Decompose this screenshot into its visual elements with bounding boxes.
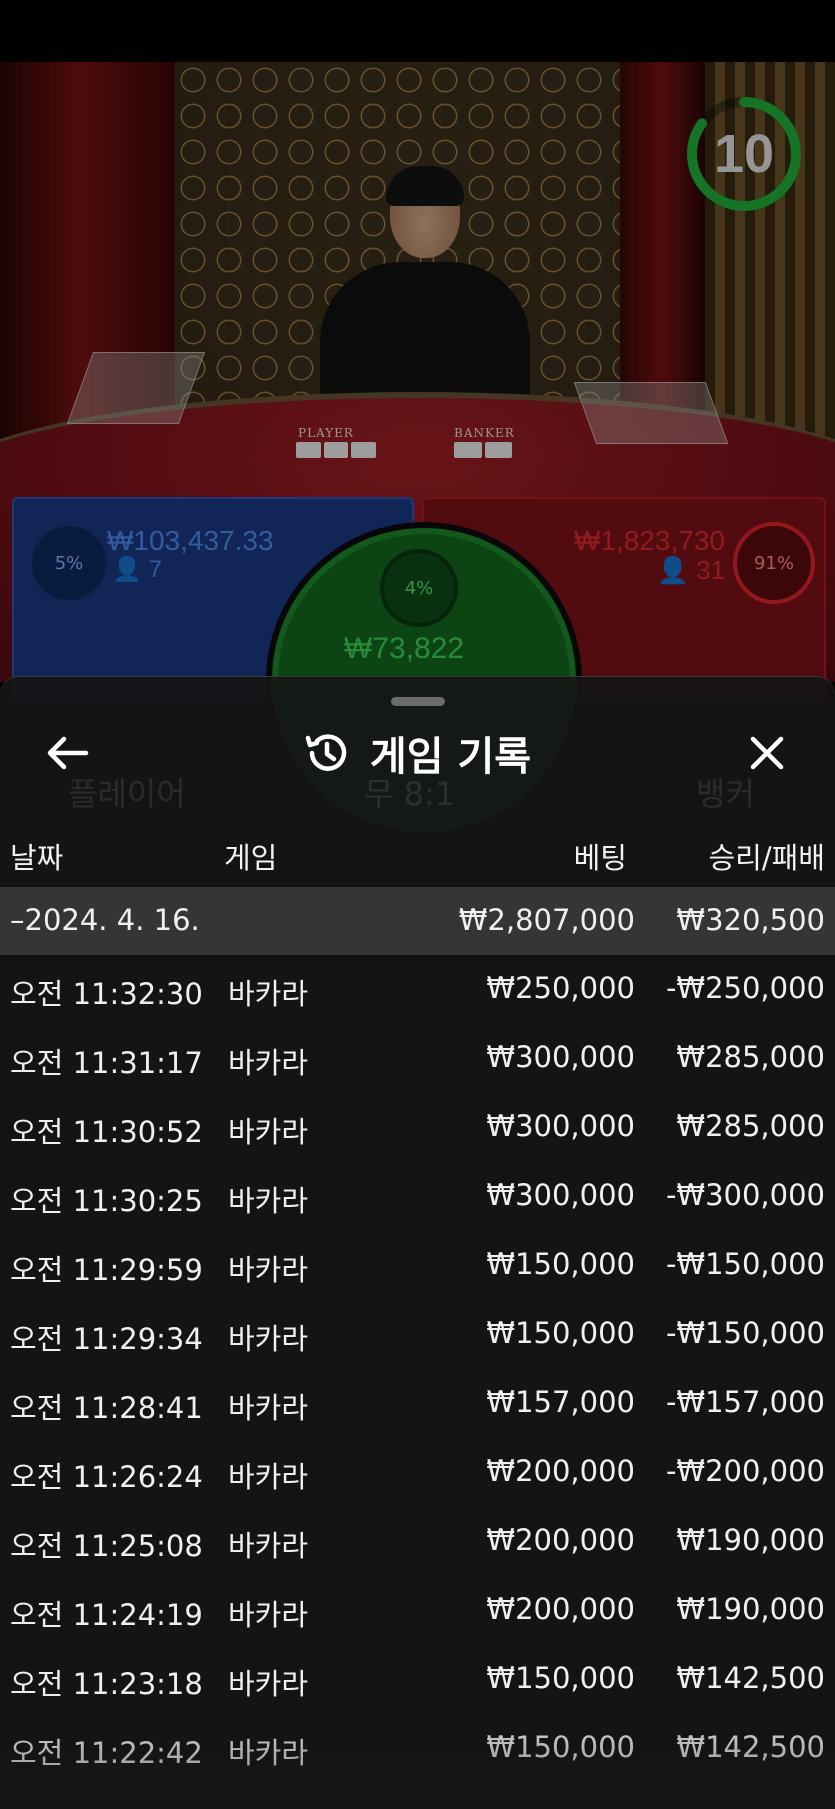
row-game: 바카라 (228, 1046, 309, 1080)
row-time: 오전 11:30:52 (10, 1115, 203, 1149)
row-bet: ₩200,000 (486, 1454, 635, 1488)
row-game: 바카라 (228, 1598, 309, 1632)
row-time: 오전 11:25:08 (10, 1529, 203, 1563)
history-icon (305, 734, 347, 771)
row-game: 바카라 (228, 1736, 309, 1770)
date-summary-row[interactable]: –2024. 4. 16. ₩2,807,000 ₩320,500 (0, 887, 835, 955)
sheet-header: 게임 기록 (0, 723, 835, 783)
row-game: 바카라 (228, 977, 309, 1011)
row-result: ₩190,000 (676, 1523, 825, 1557)
row-result: -₩150,000 (665, 1316, 825, 1350)
history-row[interactable]: 오전 11:24:19 바카라 ₩200,000 ₩190,000 (0, 1576, 835, 1645)
history-row[interactable]: 오전 11:30:52 바카라 ₩300,000 ₩285,000 (0, 1093, 835, 1162)
row-bet: ₩300,000 (486, 1040, 635, 1074)
row-game: 바카라 (228, 1115, 309, 1149)
history-row[interactable]: 오전 11:29:59 바카라 ₩150,000 -₩150,000 (0, 1231, 835, 1300)
row-time: 오전 11:29:59 (10, 1253, 203, 1287)
row-time: 오전 11:28:41 (10, 1391, 203, 1425)
summary-date: –2024. 4. 16. (10, 903, 200, 937)
history-row[interactable]: 오전 11:26:24 바카라 ₩200,000 -₩200,000 (0, 1438, 835, 1507)
row-game: 바카라 (228, 1460, 309, 1494)
row-result: ₩190,000 (676, 1592, 825, 1626)
column-header-bet: 베팅 (573, 841, 627, 875)
summary-bet: ₩2,807,000 (458, 903, 635, 937)
row-game: 바카라 (228, 1391, 309, 1425)
title-group: 게임 기록 (0, 727, 835, 780)
column-header-game: 게임 (224, 841, 278, 875)
row-game: 바카라 (228, 1667, 309, 1701)
row-result: -₩250,000 (665, 971, 825, 1005)
sheet-drag-handle[interactable] (391, 697, 445, 706)
row-result: ₩285,000 (676, 1109, 825, 1143)
row-bet: ₩250,000 (486, 971, 635, 1005)
history-row[interactable]: 오전 11:22:42 바카라 ₩150,000 ₩142,500 (0, 1714, 835, 1783)
row-result: ₩285,000 (676, 1040, 825, 1074)
sheet-title: 게임 기록 (369, 734, 532, 780)
column-header-date: 날짜 (10, 841, 64, 875)
history-row[interactable]: 오전 11:25:08 바카라 ₩200,000 ₩190,000 (0, 1507, 835, 1576)
row-game: 바카라 (228, 1253, 309, 1287)
row-game: 바카라 (228, 1184, 309, 1218)
row-bet: ₩200,000 (486, 1592, 635, 1626)
game-screen: PLAYER BANKER 10 5% ₩103,437.33 👤 7 91% … (0, 0, 835, 1809)
row-game: 바카라 (228, 1529, 309, 1563)
summary-result: ₩320,500 (676, 903, 825, 937)
row-result: ₩142,500 (676, 1661, 825, 1695)
history-list[interactable]: –2024. 4. 16. ₩2,807,000 ₩320,500 오전 11:… (0, 887, 835, 1783)
row-time: 오전 11:32:30 (10, 977, 203, 1011)
row-time: 오전 11:24:19 (10, 1598, 203, 1632)
history-row[interactable]: 오전 11:32:30 바카라 ₩250,000 -₩250,000 (0, 955, 835, 1024)
row-bet: ₩300,000 (486, 1178, 635, 1212)
row-bet: ₩150,000 (486, 1316, 635, 1350)
row-bet: ₩300,000 (486, 1109, 635, 1143)
history-row[interactable]: 오전 11:31:17 바카라 ₩300,000 ₩285,000 (0, 1024, 835, 1093)
history-row[interactable]: 오전 11:23:18 바카라 ₩150,000 ₩142,500 (0, 1645, 835, 1714)
history-row[interactable]: 오전 11:30:25 바카라 ₩300,000 -₩300,000 (0, 1162, 835, 1231)
row-bet: ₩150,000 (486, 1661, 635, 1695)
row-result: -₩150,000 (665, 1247, 825, 1281)
row-time: 오전 11:22:42 (10, 1736, 203, 1770)
row-bet: ₩150,000 (486, 1730, 635, 1764)
arrow-left-icon (47, 736, 89, 770)
history-row[interactable]: 오전 11:29:34 바카라 ₩150,000 -₩150,000 (0, 1300, 835, 1369)
row-time: 오전 11:31:17 (10, 1046, 203, 1080)
row-time: 오전 11:29:34 (10, 1322, 203, 1356)
back-button[interactable] (38, 729, 98, 777)
row-game: 바카라 (228, 1322, 309, 1356)
row-bet: ₩150,000 (486, 1247, 635, 1281)
column-header-result: 승리/패배 (708, 841, 826, 875)
row-time: 오전 11:30:25 (10, 1184, 203, 1218)
row-bet: ₩157,000 (486, 1385, 635, 1419)
row-result: ₩142,500 (676, 1730, 825, 1764)
row-time: 오전 11:23:18 (10, 1667, 203, 1701)
row-time: 오전 11:26:24 (10, 1460, 203, 1494)
row-result: -₩300,000 (665, 1178, 825, 1212)
game-history-sheet: 플레이어 무 8:1 뱅커 게임 기록 날짜 게임 베팅 승리/패배 –2024… (0, 676, 835, 1809)
row-result: -₩200,000 (665, 1454, 825, 1488)
row-result: -₩157,000 (665, 1385, 825, 1419)
close-icon (750, 736, 784, 770)
row-bet: ₩200,000 (486, 1523, 635, 1557)
close-button[interactable] (737, 729, 797, 777)
history-row[interactable]: 오전 11:28:41 바카라 ₩157,000 -₩157,000 (0, 1369, 835, 1438)
